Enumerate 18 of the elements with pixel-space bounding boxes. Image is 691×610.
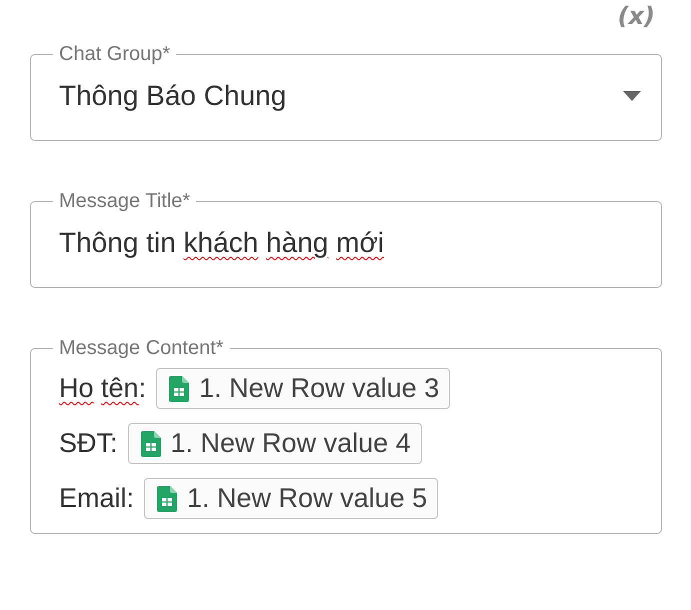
variable-chip[interactable]: 1. New Row value 5	[144, 478, 438, 519]
variable-chip[interactable]: 1. New Row value 4	[128, 423, 422, 464]
variable-chip[interactable]: 1. New Row value 3	[156, 368, 450, 409]
content-text: Ho tên:	[59, 373, 146, 404]
dropdown-caret-icon	[623, 91, 641, 101]
message-content-field[interactable]: Message Content* Ho tên: 1. New Row value 3 SĐT: 1. New Row value 4 Email: 1. New Row value 5	[30, 338, 662, 534]
spreadsheet-icon	[140, 430, 161, 456]
chat-group-dropdown[interactable]: Chat Group* Thông Báo Chung	[30, 44, 662, 141]
content-text: Email:	[59, 483, 134, 514]
spreadsheet-icon	[157, 486, 178, 512]
field-label: Message Content*	[58, 338, 225, 358]
field-label: Message Title*	[58, 191, 192, 211]
field-value: Thông tin khách hàng mới	[59, 226, 384, 260]
field-label: Chat Group*	[58, 44, 172, 64]
spreadsheet-icon	[169, 376, 190, 402]
content-text: SĐT:	[59, 428, 118, 459]
selected-value: Thông Báo Chung	[59, 79, 286, 113]
message-title-field[interactable]: Message Title* Thông tin khách hàng mới	[30, 191, 662, 288]
